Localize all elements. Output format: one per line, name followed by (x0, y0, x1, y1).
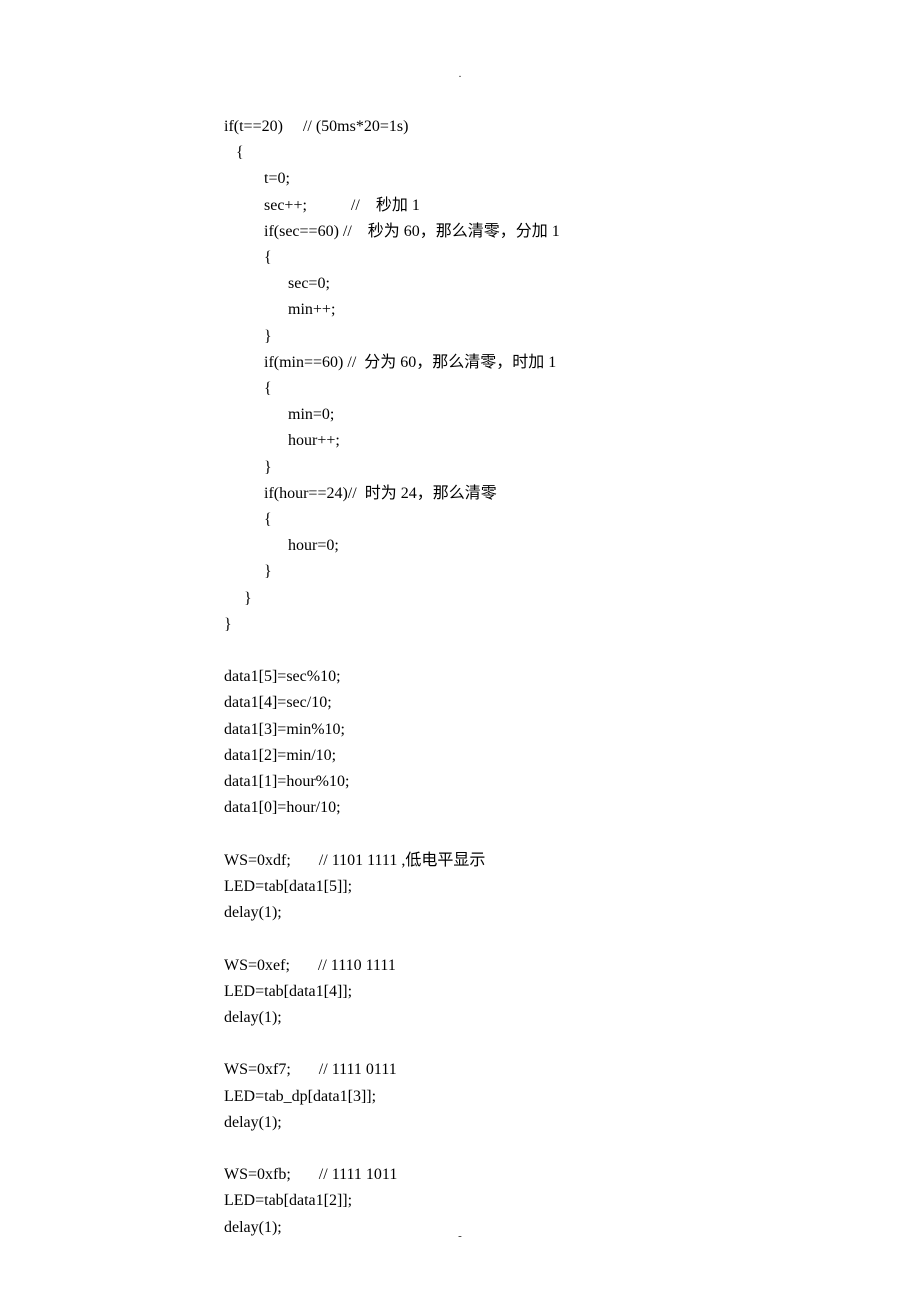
document-page: . if(t==20) // (50ms*20=1s) { t=0; sec++… (0, 0, 920, 1302)
footer-mark: - (0, 1230, 920, 1242)
header-mark: . (0, 68, 920, 80)
code-block: if(t==20) // (50ms*20=1s) { t=0; sec++; … (224, 114, 824, 1241)
